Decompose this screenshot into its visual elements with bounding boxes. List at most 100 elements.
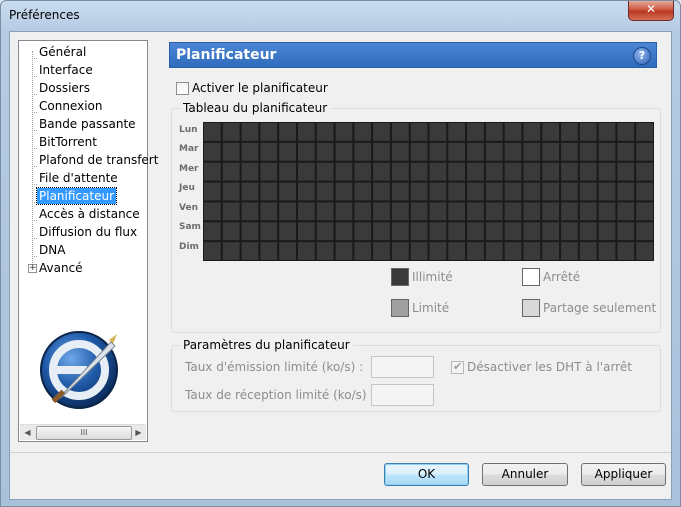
- schedule-cell[interactable]: [260, 202, 278, 221]
- schedule-cell[interactable]: [598, 162, 616, 181]
- schedule-cell[interactable]: [598, 182, 616, 201]
- schedule-cell[interactable]: [204, 242, 221, 260]
- enable-scheduler-label[interactable]: Activer le planificateur: [192, 81, 328, 95]
- scroll-thumb[interactable]: III: [36, 426, 132, 440]
- schedule-cell[interactable]: [636, 222, 653, 241]
- schedule-cell[interactable]: [316, 162, 334, 181]
- schedule-cell[interactable]: [542, 162, 560, 181]
- schedule-cell[interactable]: [561, 202, 578, 221]
- schedule-cell[interactable]: [410, 202, 428, 221]
- schedule-cell[interactable]: [222, 222, 240, 241]
- schedule-cell[interactable]: [391, 142, 409, 161]
- tree-item-bittorrent[interactable]: BitTorrent: [37, 134, 99, 150]
- schedule-cell[interactable]: [467, 222, 484, 241]
- schedule-cell[interactable]: [579, 202, 597, 221]
- schedule-cell[interactable]: [617, 123, 635, 141]
- schedule-cell[interactable]: [373, 142, 390, 161]
- schedule-cell[interactable]: [448, 222, 466, 241]
- schedule-cell[interactable]: [222, 142, 240, 161]
- schedule-cell[interactable]: [429, 162, 447, 181]
- schedule-cell[interactable]: [373, 162, 390, 181]
- schedule-cell[interactable]: [523, 142, 541, 161]
- schedule-cell[interactable]: [467, 142, 484, 161]
- schedule-cell[interactable]: [636, 202, 653, 221]
- schedule-cell[interactable]: [504, 142, 522, 161]
- schedule-cell[interactable]: [636, 123, 653, 141]
- schedule-cell[interactable]: [429, 202, 447, 221]
- schedule-cell[interactable]: [391, 182, 409, 201]
- schedule-cell[interactable]: [260, 182, 278, 201]
- title-bar[interactable]: Préférences ✕: [1, 1, 680, 31]
- schedule-cell[interactable]: [617, 162, 635, 181]
- schedule-cell[interactable]: [204, 182, 221, 201]
- schedule-cell[interactable]: [297, 142, 315, 161]
- schedule-cell[interactable]: [279, 202, 296, 221]
- close-button[interactable]: ✕: [628, 1, 674, 21]
- schedule-cell[interactable]: [316, 242, 334, 260]
- schedule-cell[interactable]: [354, 242, 372, 260]
- schedule-cell[interactable]: [617, 242, 635, 260]
- schedule-cell[interactable]: [222, 242, 240, 260]
- schedule-cell[interactable]: [391, 222, 409, 241]
- schedule-cell[interactable]: [429, 182, 447, 201]
- schedule-cell[interactable]: [204, 123, 221, 141]
- schedule-cell[interactable]: [335, 123, 353, 141]
- tree-item-general[interactable]: Général: [37, 44, 88, 60]
- tree-item-transfer-cap[interactable]: Plafond de transfert: [37, 152, 160, 168]
- schedule-cell[interactable]: [504, 222, 522, 241]
- schedule-cell[interactable]: [391, 123, 409, 141]
- schedule-cell[interactable]: [410, 222, 428, 241]
- schedule-cell[interactable]: [542, 142, 560, 161]
- apply-button[interactable]: Appliquer: [581, 463, 666, 486]
- schedule-cell[interactable]: [542, 222, 560, 241]
- schedule-cell[interactable]: [598, 142, 616, 161]
- schedule-cell[interactable]: [279, 182, 296, 201]
- schedule-cell[interactable]: [410, 242, 428, 260]
- schedule-cell[interactable]: [579, 142, 597, 161]
- schedule-cell[interactable]: [297, 222, 315, 241]
- schedule-cell[interactable]: [279, 123, 296, 141]
- schedule-cell[interactable]: [561, 162, 578, 181]
- schedule-cell[interactable]: [373, 242, 390, 260]
- schedule-cell[interactable]: [316, 123, 334, 141]
- tree-item-dna[interactable]: DNA: [37, 242, 67, 258]
- schedule-cell[interactable]: [316, 182, 334, 201]
- schedule-cell[interactable]: [241, 162, 259, 181]
- help-icon[interactable]: ?: [633, 47, 651, 65]
- schedule-cell[interactable]: [391, 162, 409, 181]
- tree-item-connection[interactable]: Connexion: [37, 98, 105, 114]
- disable-dht-checkbox[interactable]: ✔: [451, 360, 464, 374]
- schedule-cell[interactable]: [222, 202, 240, 221]
- download-limit-input[interactable]: [371, 384, 434, 406]
- schedule-cell[interactable]: [354, 123, 372, 141]
- schedule-cell[interactable]: [297, 242, 315, 260]
- schedule-cell[interactable]: [373, 202, 390, 221]
- schedule-cell[interactable]: [504, 162, 522, 181]
- schedule-cell[interactable]: [467, 123, 484, 141]
- schedule-cell[interactable]: [542, 242, 560, 260]
- schedule-cell[interactable]: [485, 202, 503, 221]
- schedule-cell[interactable]: [448, 142, 466, 161]
- schedule-cell[interactable]: [354, 142, 372, 161]
- schedule-cell[interactable]: [485, 142, 503, 161]
- schedule-cell[interactable]: [579, 182, 597, 201]
- schedule-cell[interactable]: [373, 182, 390, 201]
- schedule-cell[interactable]: [260, 123, 278, 141]
- schedule-cell[interactable]: [260, 162, 278, 181]
- schedule-cell[interactable]: [579, 222, 597, 241]
- schedule-cell[interactable]: [373, 123, 390, 141]
- disable-dht-label[interactable]: Désactiver les DHT à l'arrêt: [467, 360, 632, 374]
- schedule-cell[interactable]: [279, 222, 296, 241]
- schedule-cell[interactable]: [297, 182, 315, 201]
- upload-limit-input[interactable]: [371, 356, 434, 378]
- schedule-cell[interactable]: [241, 242, 259, 260]
- tree-horizontal-scrollbar[interactable]: ◀ III ▶: [20, 424, 146, 440]
- schedule-grid[interactable]: [203, 122, 654, 261]
- schedule-cell[interactable]: [297, 202, 315, 221]
- schedule-cell[interactable]: [467, 202, 484, 221]
- schedule-cell[interactable]: [448, 202, 466, 221]
- schedule-cell[interactable]: [391, 242, 409, 260]
- schedule-cell[interactable]: [204, 162, 221, 181]
- schedule-cell[interactable]: [485, 222, 503, 241]
- schedule-cell[interactable]: [410, 142, 428, 161]
